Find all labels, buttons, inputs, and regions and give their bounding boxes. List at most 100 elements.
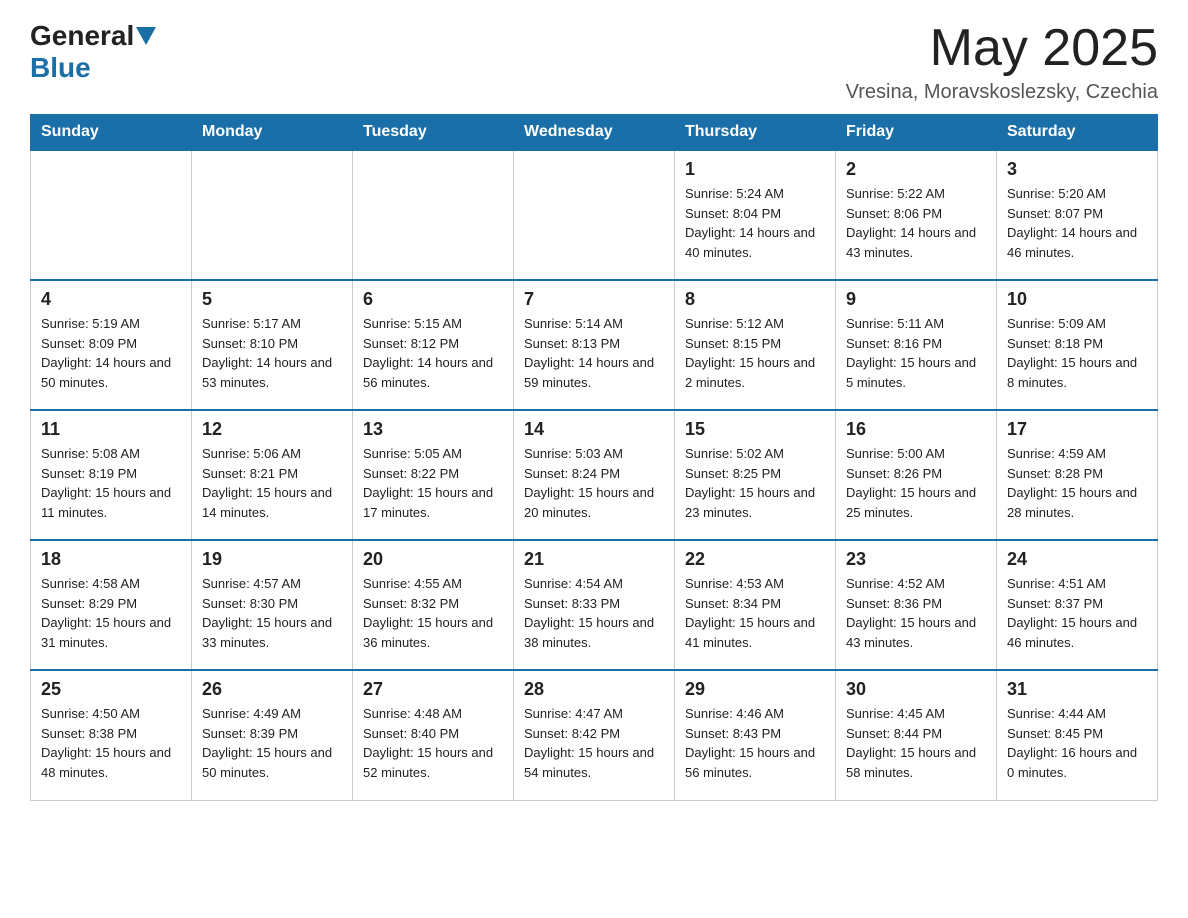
calendar-cell: 22 Sunrise: 4:53 AMSunset: 8:34 PMDayligh…	[675, 540, 836, 670]
location-title: Vresina, Moravskoslezsky, Czechia	[846, 81, 1158, 104]
weekday-monday: Monday	[192, 115, 353, 151]
calendar-cell: 13Sunrise: 5:05 AMSunset: 8:22 PMDayligh…	[353, 410, 514, 540]
day-info: Sunrise: 5:17 AMSunset: 8:10 PMDaylight:…	[202, 314, 342, 392]
calendar-cell: 29 Sunrise: 4:46 AMSunset: 8:43 PMDayligh…	[675, 670, 836, 800]
day-number: 7	[524, 289, 664, 310]
day-number: 20	[363, 549, 503, 570]
calendar-cell: 10Sunrise: 5:09 AMSunset: 8:18 PMDayligh…	[997, 280, 1158, 410]
day-number: 19	[202, 549, 342, 570]
day-info: Sunrise: 5:08 AMSunset: 8:19 PMDaylight:…	[41, 444, 181, 522]
day-number: 17	[1007, 419, 1147, 440]
logo-blue-text: Blue	[30, 52, 91, 84]
day-number: 2	[846, 159, 986, 180]
calendar-cell: 15 Sunrise: 5:02 AMSunset: 8:25 PMDayligh…	[675, 410, 836, 540]
calendar-cell: 9 Sunrise: 5:11 AMSunset: 8:16 PMDaylight…	[836, 280, 997, 410]
weekday-saturday: Saturday	[997, 115, 1158, 151]
calendar-cell: 7 Sunrise: 5:14 AMSunset: 8:13 PMDaylight…	[514, 280, 675, 410]
week-row-1: 1 Sunrise: 5:24 AMSunset: 8:04 PMDaylight…	[31, 150, 1158, 280]
day-number: 27	[363, 679, 503, 700]
day-info: Sunrise: 4:59 AMSunset: 8:28 PMDaylight:…	[1007, 444, 1147, 522]
day-number: 31	[1007, 679, 1147, 700]
day-info: Sunrise: 5:22 AMSunset: 8:06 PMDaylight:…	[846, 184, 986, 262]
day-number: 30	[846, 679, 986, 700]
day-number: 26	[202, 679, 342, 700]
calendar-cell	[31, 150, 192, 280]
day-info: Sunrise: 5:14 AMSunset: 8:13 PMDaylight:…	[524, 314, 664, 392]
day-number: 28	[524, 679, 664, 700]
calendar-table: SundayMondayTuesdayWednesdayThursdayFrid…	[30, 114, 1158, 801]
calendar-cell	[353, 150, 514, 280]
weekday-header-row: SundayMondayTuesdayWednesdayThursdayFrid…	[31, 115, 1158, 151]
day-number: 1	[685, 159, 825, 180]
logo: General Blue	[30, 20, 158, 84]
calendar-cell	[514, 150, 675, 280]
calendar-cell: 16Sunrise: 5:00 AMSunset: 8:26 PMDayligh…	[836, 410, 997, 540]
calendar-cell: 4 Sunrise: 5:19 AMSunset: 8:09 PMDaylight…	[31, 280, 192, 410]
calendar-cell: 25 Sunrise: 4:50 AMSunset: 8:38 PMDayligh…	[31, 670, 192, 800]
calendar-cell: 5Sunrise: 5:17 AMSunset: 8:10 PMDaylight…	[192, 280, 353, 410]
day-info: Sunrise: 4:44 AMSunset: 8:45 PMDaylight:…	[1007, 704, 1147, 782]
day-info: Sunrise: 4:53 AMSunset: 8:34 PMDaylight:…	[685, 574, 825, 652]
day-info: Sunrise: 4:52 AMSunset: 8:36 PMDaylight:…	[846, 574, 986, 652]
day-info: Sunrise: 5:02 AMSunset: 8:25 PMDaylight:…	[685, 444, 825, 522]
day-info: Sunrise: 5:24 AMSunset: 8:04 PMDaylight:…	[685, 184, 825, 262]
day-info: Sunrise: 5:20 AMSunset: 8:07 PMDaylight:…	[1007, 184, 1147, 262]
day-info: Sunrise: 5:00 AMSunset: 8:26 PMDaylight:…	[846, 444, 986, 522]
day-info: Sunrise: 5:06 AMSunset: 8:21 PMDaylight:…	[202, 444, 342, 522]
day-info: Sunrise: 4:51 AMSunset: 8:37 PMDaylight:…	[1007, 574, 1147, 652]
calendar-cell: 1 Sunrise: 5:24 AMSunset: 8:04 PMDaylight…	[675, 150, 836, 280]
calendar-cell	[192, 150, 353, 280]
day-number: 4	[41, 289, 181, 310]
day-number: 23	[846, 549, 986, 570]
weekday-sunday: Sunday	[31, 115, 192, 151]
calendar-cell: 31 Sunrise: 4:44 AMSunset: 8:45 PMDayligh…	[997, 670, 1158, 800]
day-number: 25	[41, 679, 181, 700]
calendar-cell: 17 Sunrise: 4:59 AMSunset: 8:28 PMDayligh…	[997, 410, 1158, 540]
day-number: 14	[524, 419, 664, 440]
day-info: Sunrise: 4:46 AMSunset: 8:43 PMDaylight:…	[685, 704, 825, 782]
weekday-wednesday: Wednesday	[514, 115, 675, 151]
day-number: 8	[685, 289, 825, 310]
day-info: Sunrise: 4:47 AMSunset: 8:42 PMDaylight:…	[524, 704, 664, 782]
day-info: Sunrise: 4:58 AMSunset: 8:29 PMDaylight:…	[41, 574, 181, 652]
month-title: May 2025	[846, 20, 1158, 77]
calendar-cell: 18Sunrise: 4:58 AMSunset: 8:29 PMDayligh…	[31, 540, 192, 670]
day-info: Sunrise: 5:09 AMSunset: 8:18 PMDaylight:…	[1007, 314, 1147, 392]
day-info: Sunrise: 5:19 AMSunset: 8:09 PMDaylight:…	[41, 314, 181, 392]
week-row-5: 25 Sunrise: 4:50 AMSunset: 8:38 PMDayligh…	[31, 670, 1158, 800]
day-info: Sunrise: 4:54 AMSunset: 8:33 PMDaylight:…	[524, 574, 664, 652]
calendar-cell: 6Sunrise: 5:15 AMSunset: 8:12 PMDaylight…	[353, 280, 514, 410]
day-info: Sunrise: 4:57 AMSunset: 8:30 PMDaylight:…	[202, 574, 342, 652]
day-info: Sunrise: 4:49 AMSunset: 8:39 PMDaylight:…	[202, 704, 342, 782]
day-info: Sunrise: 5:11 AMSunset: 8:16 PMDaylight:…	[846, 314, 986, 392]
calendar-cell: 8Sunrise: 5:12 AMSunset: 8:15 PMDaylight…	[675, 280, 836, 410]
calendar-cell: 3 Sunrise: 5:20 AMSunset: 8:07 PMDaylight…	[997, 150, 1158, 280]
day-info: Sunrise: 5:05 AMSunset: 8:22 PMDaylight:…	[363, 444, 503, 522]
day-number: 3	[1007, 159, 1147, 180]
day-number: 22	[685, 549, 825, 570]
day-number: 15	[685, 419, 825, 440]
day-number: 29	[685, 679, 825, 700]
day-info: Sunrise: 4:50 AMSunset: 8:38 PMDaylight:…	[41, 704, 181, 782]
calendar-cell: 14 Sunrise: 5:03 AMSunset: 8:24 PMDayligh…	[514, 410, 675, 540]
page-header: General Blue May 2025 Vresina, Moravskos…	[30, 20, 1158, 104]
calendar-cell: 24Sunrise: 4:51 AMSunset: 8:37 PMDayligh…	[997, 540, 1158, 670]
calendar-cell: 21Sunrise: 4:54 AMSunset: 8:33 PMDayligh…	[514, 540, 675, 670]
day-info: Sunrise: 5:03 AMSunset: 8:24 PMDaylight:…	[524, 444, 664, 522]
calendar-cell: 26 Sunrise: 4:49 AMSunset: 8:39 PMDayligh…	[192, 670, 353, 800]
day-number: 9	[846, 289, 986, 310]
calendar-cell: 20 Sunrise: 4:55 AMSunset: 8:32 PMDayligh…	[353, 540, 514, 670]
weekday-tuesday: Tuesday	[353, 115, 514, 151]
logo-triangle-icon	[136, 27, 156, 45]
calendar-cell: 2 Sunrise: 5:22 AMSunset: 8:06 PMDaylight…	[836, 150, 997, 280]
day-info: Sunrise: 4:45 AMSunset: 8:44 PMDaylight:…	[846, 704, 986, 782]
day-info: Sunrise: 4:55 AMSunset: 8:32 PMDaylight:…	[363, 574, 503, 652]
calendar-cell: 19 Sunrise: 4:57 AMSunset: 8:30 PMDayligh…	[192, 540, 353, 670]
title-block: May 2025 Vresina, Moravskoslezsky, Czech…	[846, 20, 1158, 104]
logo-general-text: General	[30, 20, 134, 52]
weekday-friday: Friday	[836, 115, 997, 151]
week-row-4: 18Sunrise: 4:58 AMSunset: 8:29 PMDayligh…	[31, 540, 1158, 670]
calendar-cell: 28 Sunrise: 4:47 AMSunset: 8:42 PMDayligh…	[514, 670, 675, 800]
week-row-2: 4 Sunrise: 5:19 AMSunset: 8:09 PMDaylight…	[31, 280, 1158, 410]
calendar-cell: 27Sunrise: 4:48 AMSunset: 8:40 PMDayligh…	[353, 670, 514, 800]
